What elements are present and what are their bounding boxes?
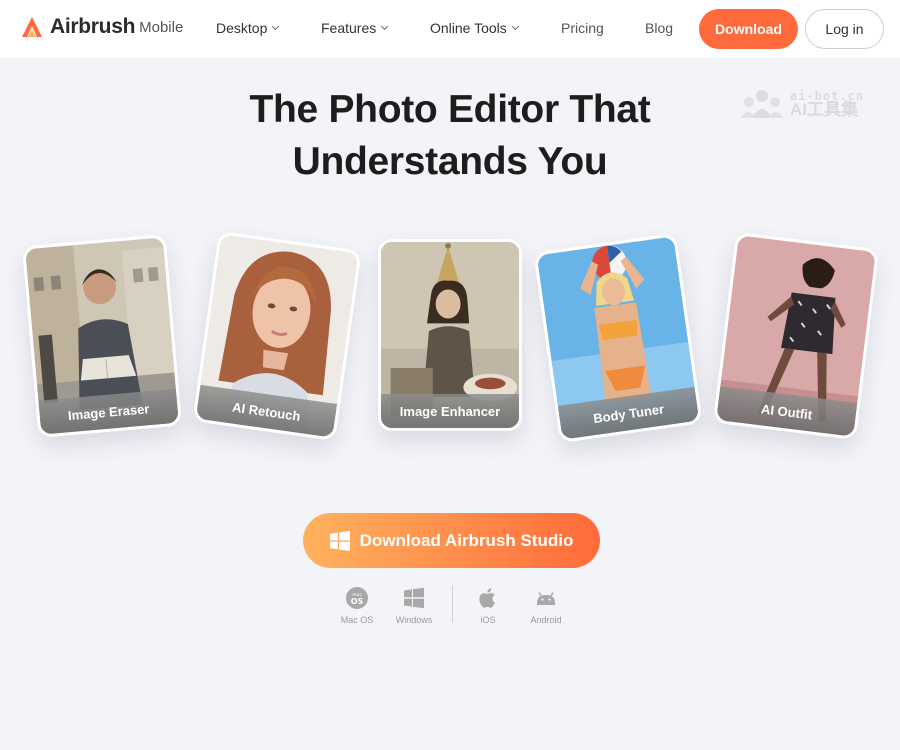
platform-android[interactable]: Android — [516, 586, 576, 625]
hero-title-line1: The Photo Editor That — [249, 88, 651, 131]
platform-label: iOS — [480, 615, 496, 625]
hero-title-line2: Understands You — [292, 140, 608, 183]
nav-pricing-label: Pricing — [561, 20, 604, 36]
nav-desktop[interactable]: Desktop — [216, 20, 280, 36]
platform-label: Android — [530, 615, 562, 625]
card-label-bar: Image Enhancer — [381, 394, 519, 428]
platform-windows[interactable]: Windows — [384, 586, 444, 625]
nav-features[interactable]: Features — [321, 20, 389, 36]
macos-icon: mac OS — [346, 587, 368, 609]
chevron-down-icon — [272, 22, 280, 31]
feature-card-ai-retouch[interactable]: AI Retouch — [192, 230, 362, 442]
nav-blog[interactable]: Blog — [645, 20, 673, 36]
card-label: AI Outfit — [760, 400, 814, 423]
nav-online-tools-label: Online Tools — [430, 20, 507, 36]
top-navigation-bar: Airbrush Mobile Desktop Features Online … — [0, 0, 900, 58]
card-label: Image Eraser — [67, 400, 150, 423]
airbrush-logo-icon — [22, 17, 42, 37]
header-download-button[interactable]: Download — [699, 9, 798, 49]
card-label: Body Tuner — [592, 400, 665, 426]
feature-card-image-enhancer[interactable]: Image Enhancer — [378, 239, 522, 431]
chevron-down-icon — [381, 22, 389, 31]
nav-blog-label: Blog — [645, 20, 674, 36]
nav-features-label: Features — [321, 20, 377, 36]
chevron-down-icon — [511, 22, 519, 31]
svg-text:OS: OS — [351, 597, 364, 606]
cta-label: Download Airbrush Studio — [359, 530, 574, 550]
card-label: AI Retouch — [231, 399, 302, 424]
watermark-people-icon — [740, 90, 784, 118]
apple-icon — [479, 588, 495, 608]
logo-subtitle: Mobile — [139, 18, 184, 36]
platform-ios[interactable]: iOS — [458, 586, 518, 625]
feature-card-ai-outfit[interactable]: AI Outfit — [712, 231, 880, 441]
windows-icon — [329, 530, 350, 551]
login-button[interactable]: Log in — [805, 9, 884, 49]
card-label: Image Enhancer — [399, 403, 501, 419]
watermark-text: AI工具集 — [790, 100, 858, 119]
watermark: ai-bot.cn AI工具集 — [740, 88, 864, 118]
platform-label: Windows — [395, 615, 433, 625]
nav-pricing[interactable]: Pricing — [561, 20, 604, 36]
logo-wordmark: Airbrush — [50, 15, 136, 38]
android-icon — [537, 592, 555, 605]
platform-divider — [452, 586, 453, 622]
windows-icon — [404, 587, 424, 609]
download-airbrush-studio-button[interactable]: Download Airbrush Studio — [303, 513, 600, 568]
platform-label: Mac OS — [340, 615, 374, 625]
platform-macos[interactable]: mac OS Mac OS — [327, 586, 387, 625]
feature-card-body-tuner[interactable]: Body Tuner — [533, 232, 703, 444]
nav-desktop-label: Desktop — [216, 20, 268, 36]
nav-online-tools[interactable]: Online Tools — [430, 20, 519, 36]
airbrush-logo[interactable]: Airbrush Mobile — [20, 15, 183, 39]
feature-card-image-eraser[interactable]: Image Eraser — [21, 234, 183, 438]
